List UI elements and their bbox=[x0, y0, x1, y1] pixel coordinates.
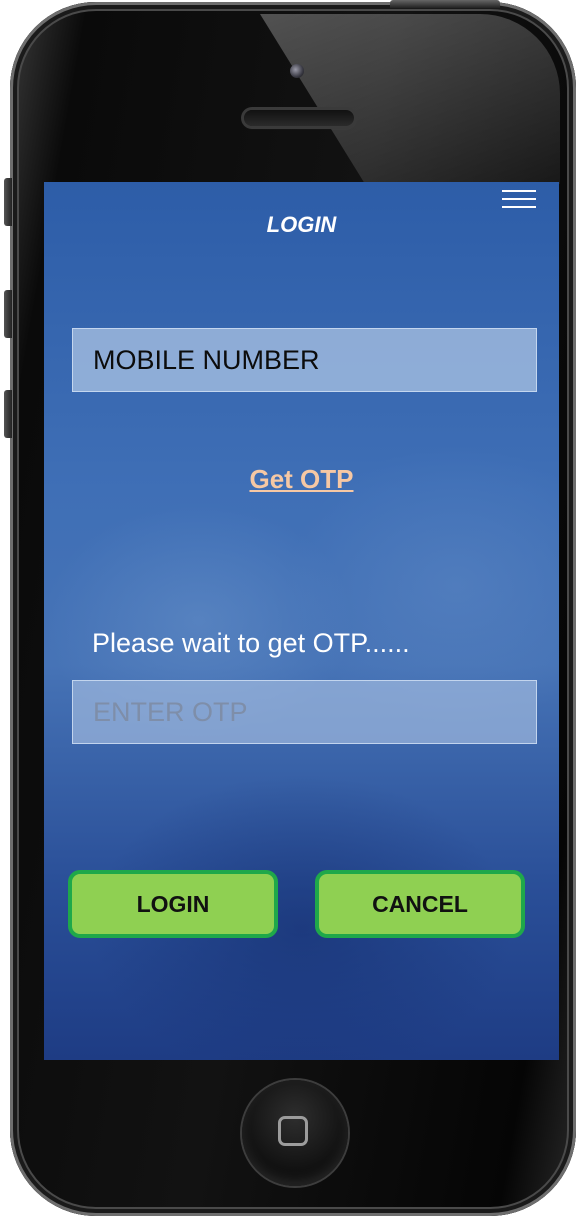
mobile-number-field[interactable]: MOBILE NUMBER bbox=[72, 328, 537, 392]
otp-placeholder: ENTER OTP bbox=[93, 696, 248, 727]
home-button[interactable] bbox=[242, 1080, 348, 1186]
glass-reflection bbox=[260, 14, 560, 184]
power-button bbox=[390, 0, 500, 8]
mute-switch bbox=[4, 178, 12, 226]
earpiece-speaker bbox=[244, 110, 354, 126]
volume-up-button bbox=[4, 290, 12, 338]
hamburger-menu-icon[interactable] bbox=[502, 190, 536, 208]
otp-wait-message: Please wait to get OTP...... bbox=[92, 628, 410, 658]
home-button-icon bbox=[278, 1116, 308, 1146]
front-camera bbox=[290, 64, 304, 78]
login-button[interactable]: LOGIN bbox=[68, 870, 278, 938]
phone-screen: LOGIN MOBILE NUMBER Get OTP Please wait … bbox=[44, 182, 559, 1060]
get-otp-link[interactable]: Get OTP bbox=[44, 464, 559, 495]
mobile-number-placeholder: MOBILE NUMBER bbox=[93, 344, 320, 375]
page-title: LOGIN bbox=[266, 212, 337, 237]
volume-down-button bbox=[4, 390, 12, 438]
cancel-button[interactable]: CANCEL bbox=[315, 870, 525, 938]
otp-field[interactable]: ENTER OTP bbox=[72, 680, 537, 744]
